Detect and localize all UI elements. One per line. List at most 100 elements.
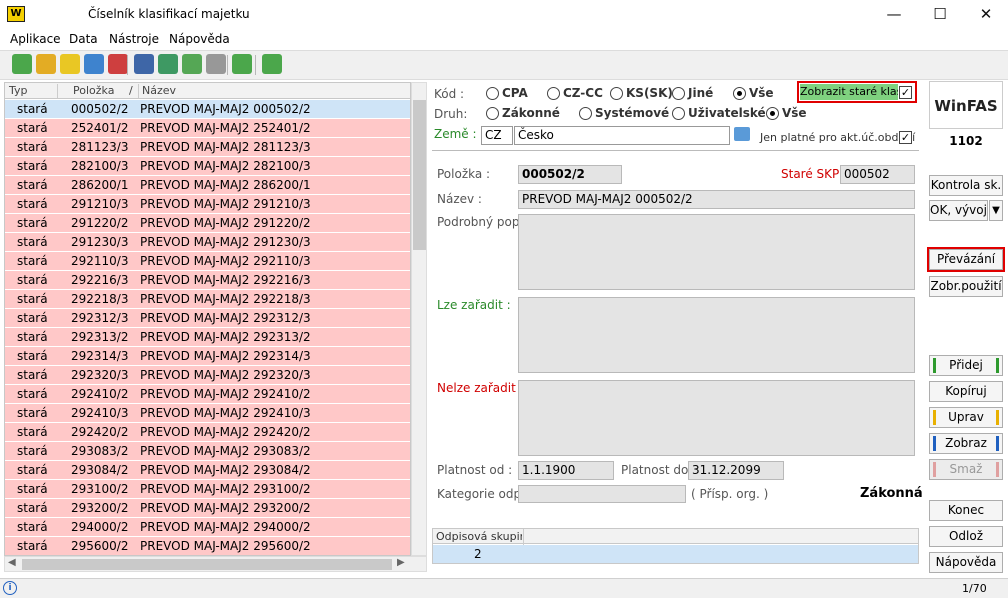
- cell-nazev: PREVOD MAJ-MAJ2 293200/2: [140, 501, 311, 515]
- cell-typ: stará: [17, 292, 48, 306]
- druh-radio-2[interactable]: [672, 107, 685, 120]
- platnost-od-field[interactable]: 1.1.1900: [518, 461, 614, 480]
- uprav-button[interactable]: Uprav: [929, 407, 1003, 428]
- print-icon[interactable]: [134, 54, 154, 74]
- nazev-field[interactable]: PREVOD MAJ-MAJ2 000502/2: [518, 190, 915, 209]
- kontrola-button[interactable]: Kontrola sk.: [929, 175, 1003, 196]
- polozka-field[interactable]: 000502/2: [518, 165, 622, 184]
- export-icon[interactable]: [158, 54, 178, 74]
- napoveda-button[interactable]: Nápověda: [929, 552, 1003, 573]
- zobraz-button[interactable]: Zobraz: [929, 433, 1003, 454]
- help-icon[interactable]: [262, 54, 282, 74]
- polozka-label: Položka :: [437, 167, 491, 181]
- status-bar: [0, 578, 1008, 598]
- table-row[interactable]: stará 281123/3 PREVOD MAJ-MAJ2 281123/3: [5, 138, 410, 157]
- folder-icon[interactable]: [734, 127, 750, 141]
- column-header-nazev[interactable]: Název: [142, 84, 176, 97]
- ok-vyvoj-button[interactable]: OK, vývoj: [929, 200, 988, 221]
- cell-typ: stará: [17, 406, 48, 420]
- menu-data[interactable]: Data: [69, 32, 98, 46]
- list-icon[interactable]: [182, 54, 202, 74]
- zeme-name-input[interactable]: Česko: [514, 126, 730, 145]
- maximize-button[interactable]: ☐: [917, 0, 963, 30]
- table-row[interactable]: stará 292410/3 PREVOD MAJ-MAJ2 292410/3: [5, 404, 410, 423]
- smaz-button[interactable]: Smaž: [929, 459, 1003, 480]
- edit-icon[interactable]: [60, 54, 80, 74]
- kod-radio-3[interactable]: [672, 87, 685, 100]
- stare-skp-field[interactable]: 000502: [840, 165, 915, 184]
- show-old-checkbox[interactable]: ✓: [899, 86, 912, 99]
- view-icon[interactable]: [84, 54, 104, 74]
- table-row[interactable]: stará 293200/2 PREVOD MAJ-MAJ2 293200/2: [5, 499, 410, 518]
- pridej-button[interactable]: Přidej: [929, 355, 1003, 376]
- table-row[interactable]: stará 295600/2 PREVOD MAJ-MAJ2 295600/2: [5, 537, 410, 555]
- table-row[interactable]: stará 292218/3 PREVOD MAJ-MAJ2 292218/3: [5, 290, 410, 309]
- scroll-left-icon[interactable]: ◀: [8, 557, 16, 568]
- druh-radio-0[interactable]: [486, 107, 499, 120]
- menu-nastroje[interactable]: Nástroje: [109, 32, 159, 46]
- table-row[interactable]: stará 292110/3 PREVOD MAJ-MAJ2 292110/3: [5, 252, 410, 271]
- info-icon[interactable]: i: [3, 581, 17, 595]
- nelze-field[interactable]: [518, 380, 915, 456]
- zeme-code-input[interactable]: CZ: [481, 126, 513, 145]
- new-icon[interactable]: [12, 54, 32, 74]
- table-row[interactable]: stará 292313/2 PREVOD MAJ-MAJ2 292313/2: [5, 328, 410, 347]
- table-row[interactable]: stará 291210/3 PREVOD MAJ-MAJ2 291210/3: [5, 195, 410, 214]
- cell-nazev: PREVOD MAJ-MAJ2 281123/3: [140, 140, 311, 154]
- odloz-button[interactable]: Odlož: [929, 526, 1003, 547]
- menu-napoveda[interactable]: Nápověda: [169, 32, 230, 46]
- table-row[interactable]: stará 292320/3 PREVOD MAJ-MAJ2 292320/3: [5, 366, 410, 385]
- table-row[interactable]: stará 291230/3 PREVOD MAJ-MAJ2 291230/3: [5, 233, 410, 252]
- table-row[interactable]: stará 282100/3 PREVOD MAJ-MAJ2 282100/3: [5, 157, 410, 176]
- cell-typ: stará: [17, 330, 48, 344]
- horizontal-scroll-thumb[interactable]: [22, 559, 392, 570]
- druh-radio-1[interactable]: [579, 107, 592, 120]
- vertical-scroll-thumb[interactable]: [413, 100, 426, 250]
- delete-icon[interactable]: [108, 54, 128, 74]
- table-row[interactable]: stará 292314/3 PREVOD MAJ-MAJ2 292314/3: [5, 347, 410, 366]
- kod-radio-1[interactable]: [547, 87, 560, 100]
- table-row[interactable]: stará 293100/2 PREVOD MAJ-MAJ2 293100/2: [5, 480, 410, 499]
- copy-icon[interactable]: [36, 54, 56, 74]
- zobr-pouziti-button[interactable]: Zobr.použití: [929, 276, 1003, 297]
- odpis-header[interactable]: Odpisová skupina: [436, 530, 522, 543]
- cell-typ: stará: [17, 425, 48, 439]
- kod-radio-2[interactable]: [610, 87, 623, 100]
- close-button[interactable]: ✕: [963, 0, 1008, 30]
- table-row[interactable]: stará 292420/2 PREVOD MAJ-MAJ2 292420/2: [5, 423, 410, 442]
- company-number: 1102: [949, 134, 983, 148]
- cell-typ: stará: [17, 273, 48, 287]
- table-row[interactable]: stará 292410/2 PREVOD MAJ-MAJ2 292410/2: [5, 385, 410, 404]
- scroll-right-icon[interactable]: ▶: [397, 557, 405, 568]
- table-row[interactable]: stará 294000/2 PREVOD MAJ-MAJ2 294000/2: [5, 518, 410, 537]
- classification-grid[interactable]: Typ Položka / Název stará 000502/2 PREVOD …: [4, 82, 411, 556]
- column-header-polozka[interactable]: Položka: [73, 84, 114, 97]
- kopiruj-button[interactable]: Kopíruj: [929, 381, 1003, 402]
- ok-vyvoj-dropdown-icon[interactable]: ▼: [989, 200, 1003, 221]
- menu-aplikace[interactable]: Aplikace: [10, 32, 61, 46]
- minimize-button[interactable]: —: [871, 0, 917, 30]
- column-header-typ[interactable]: Typ: [9, 84, 28, 97]
- only-valid-checkbox[interactable]: ✓: [899, 131, 912, 144]
- odpis-row[interactable]: [433, 545, 918, 563]
- table-row[interactable]: stará 000502/2 PREVOD MAJ-MAJ2 000502/2: [5, 100, 410, 119]
- table-row[interactable]: stará 291220/2 PREVOD MAJ-MAJ2 291220/2: [5, 214, 410, 233]
- konec-button[interactable]: Konec: [929, 500, 1003, 521]
- table-row[interactable]: stará 252401/2 PREVOD MAJ-MAJ2 252401/2: [5, 119, 410, 138]
- table-row[interactable]: stará 292216/3 PREVOD MAJ-MAJ2 292216/3: [5, 271, 410, 290]
- druh-value: Zákonná: [860, 486, 923, 501]
- table-row[interactable]: stará 292312/3 PREVOD MAJ-MAJ2 292312/3: [5, 309, 410, 328]
- refresh-icon[interactable]: [232, 54, 252, 74]
- table-row[interactable]: stará 293083/2 PREVOD MAJ-MAJ2 293083/2: [5, 442, 410, 461]
- popis-field[interactable]: [518, 214, 915, 290]
- kod-radio-0[interactable]: [486, 87, 499, 100]
- platnost-do-field[interactable]: 31.12.2099: [688, 461, 784, 480]
- kategorie-field[interactable]: [518, 485, 686, 503]
- table-row[interactable]: stará 293084/2 PREVOD MAJ-MAJ2 293084/2: [5, 461, 410, 480]
- columns-icon[interactable]: [206, 54, 226, 74]
- kod-radio-4[interactable]: [733, 87, 746, 100]
- lze-field[interactable]: [518, 297, 915, 373]
- druh-radio-3[interactable]: [766, 107, 779, 120]
- prevazani-button[interactable]: Převázání: [929, 249, 1003, 270]
- table-row[interactable]: stará 286200/1 PREVOD MAJ-MAJ2 286200/1: [5, 176, 410, 195]
